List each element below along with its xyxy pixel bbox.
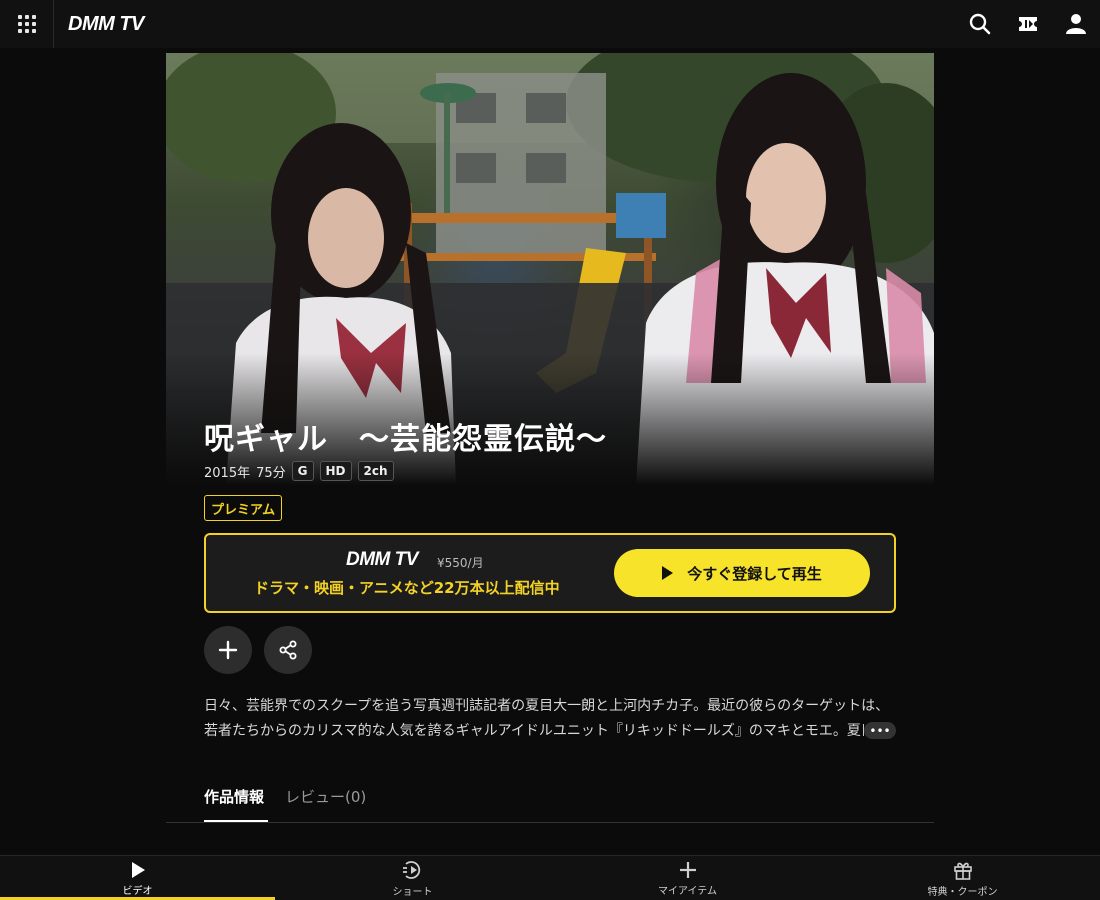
- tab-work-info[interactable]: 作品情報: [204, 786, 264, 807]
- synopsis-line-1: 日々、芸能界でのスクープを追う写真週刊誌記者の夏目大一朗と上河内チカ子。最近の彼…: [204, 698, 890, 714]
- nav-video-label: ビデオ: [122, 885, 153, 897]
- bottom-navigation: ビデオ ショート マイアイテム 特典・クーポン: [0, 855, 1100, 900]
- content-title: 呪ギャル ～芸能怨霊伝説～: [204, 422, 607, 457]
- dmm-tv-logo[interactable]: DMM TV: [68, 13, 144, 36]
- nav-my-items[interactable]: マイアイテム: [550, 856, 825, 900]
- nav-benefits-coupons[interactable]: 特典・クーポン: [825, 856, 1100, 900]
- active-tab-indicator: [204, 820, 268, 822]
- promo-price: ¥550/月: [437, 556, 484, 570]
- apps-menu-button[interactable]: [0, 0, 54, 48]
- play-icon: [131, 861, 145, 878]
- plus-icon: [679, 861, 696, 878]
- add-to-mylist-button[interactable]: [204, 626, 252, 674]
- header-actions: [956, 0, 1100, 48]
- tab-reviews[interactable]: レビュー(0): [285, 786, 366, 807]
- user-icon: [1066, 14, 1086, 34]
- search-icon: [969, 13, 991, 35]
- nav-video[interactable]: ビデオ: [0, 856, 275, 900]
- nav-short-label: ショート: [392, 886, 433, 898]
- plus-icon: [218, 640, 238, 660]
- promo-logo: DMM TV: [346, 549, 418, 570]
- ticket-button[interactable]: [1004, 0, 1052, 48]
- search-button[interactable]: [956, 0, 1004, 48]
- release-year: 2015年: [204, 465, 251, 481]
- ticket-icon: [1019, 17, 1037, 31]
- subscribe-button-label: 今すぐ登録して再生: [687, 564, 822, 583]
- read-more-button[interactable]: •••: [864, 722, 896, 739]
- rating-badge: G: [291, 461, 314, 481]
- gift-icon: [953, 862, 972, 880]
- apps-grid-icon: [17, 15, 36, 33]
- duration: 75分: [256, 465, 286, 481]
- detail-tabs: 作品情報 レビュー(0): [166, 778, 934, 823]
- account-button[interactable]: [1052, 0, 1100, 48]
- share-button[interactable]: [264, 626, 312, 674]
- short-play-icon: [402, 860, 420, 879]
- subscription-promo: DMM TV ¥550/月 ドラマ・映画・アニメなど22万本以上配信中 今すぐ登…: [204, 533, 896, 613]
- nav-my-items-label: マイアイテム: [658, 885, 717, 897]
- promo-subtitle: ドラマ・映画・アニメなど22万本以上配信中: [254, 579, 560, 597]
- synopsis-line-2: 若者たちからのカリスマ的な人気を誇るギャルアイドルユニット『リキッドドールズ』の…: [204, 723, 864, 739]
- audio-badge: 2ch: [357, 461, 394, 481]
- nav-short[interactable]: ショート: [275, 856, 550, 900]
- subscribe-and-play-button[interactable]: 今すぐ登録して再生: [614, 549, 870, 597]
- premium-badge: プレミアム: [204, 495, 283, 521]
- play-icon: [662, 566, 674, 580]
- top-header: DMM TV: [0, 0, 1100, 48]
- share-icon: [279, 640, 297, 660]
- nav-benefits-label: 特典・クーポン: [927, 886, 998, 898]
- content-meta: 2015年 75分 G HD 2ch: [204, 461, 400, 481]
- quality-badge: HD: [319, 461, 352, 481]
- synopsis: 日々、芸能界でのスクープを追う写真週刊誌記者の夏目大一朗と上河内チカ子。最近の彼…: [204, 694, 896, 744]
